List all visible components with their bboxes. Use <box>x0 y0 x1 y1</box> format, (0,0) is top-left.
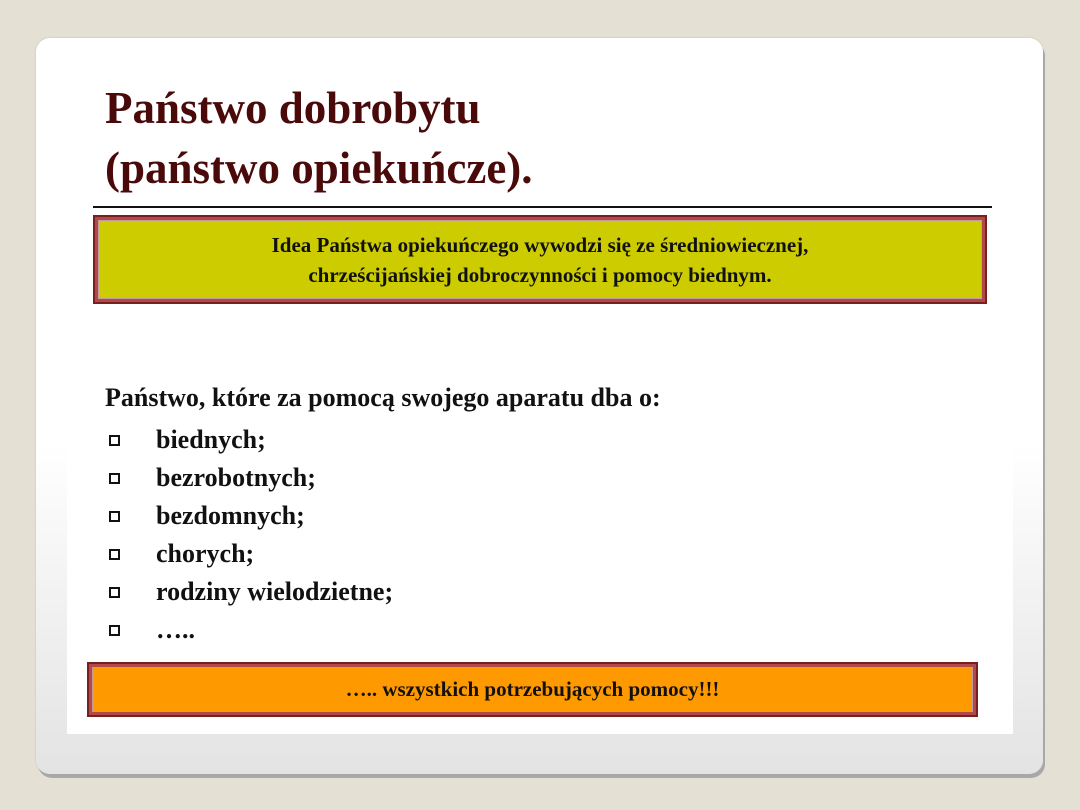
list-item-label: bezrobotnych; <box>156 463 316 492</box>
list-item: rodziny wielodzietne; <box>105 573 393 611</box>
list-item: bezdomnych; <box>105 497 393 535</box>
square-bullet-icon <box>109 624 120 636</box>
square-bullet-icon <box>109 434 120 446</box>
square-bullet-icon <box>109 472 120 484</box>
idea-line-2: chrześcijańskiej dobroczynności i pomocy… <box>308 262 772 287</box>
list-item-label: biednych; <box>156 425 266 454</box>
square-bullet-icon <box>109 510 120 522</box>
summary-box: ….. wszystkich potrzebujących pomocy!!! <box>87 662 978 717</box>
list-item-label: ….. <box>156 615 195 644</box>
list-item: chorych; <box>105 535 393 573</box>
square-bullet-icon <box>109 586 120 598</box>
list-item: ….. <box>105 611 393 649</box>
intro-text: Państwo, które za pomocą swojego aparatu… <box>105 383 661 412</box>
list-item: biednych; <box>105 421 393 459</box>
list-item: bezrobotnych; <box>105 459 393 497</box>
idea-text: Idea Państwa opiekuńczego wywodzi się ze… <box>272 230 809 290</box>
idea-line-1: Idea Państwa opiekuńczego wywodzi się ze… <box>271 232 809 257</box>
idea-box: Idea Państwa opiekuńczego wywodzi się ze… <box>93 215 987 304</box>
care-list: biednych; bezrobotnych; bezdomnych; chor… <box>105 421 393 649</box>
slide-title: Państwo dobrobytu (państwo opiekuńcze). <box>105 78 533 198</box>
list-item-label: bezdomnych; <box>156 501 305 530</box>
list-item-label: chorych; <box>156 539 255 568</box>
summary-text: ….. wszystkich potrzebujących pomocy!!! <box>345 677 720 701</box>
slide-title-line-2: (państwo opiekuńcze). <box>105 143 533 193</box>
slide-title-line-1: Państwo dobrobytu <box>105 83 481 133</box>
list-item-label: rodziny wielodzietne; <box>156 577 394 606</box>
title-divider <box>93 206 992 208</box>
square-bullet-icon <box>109 548 120 560</box>
